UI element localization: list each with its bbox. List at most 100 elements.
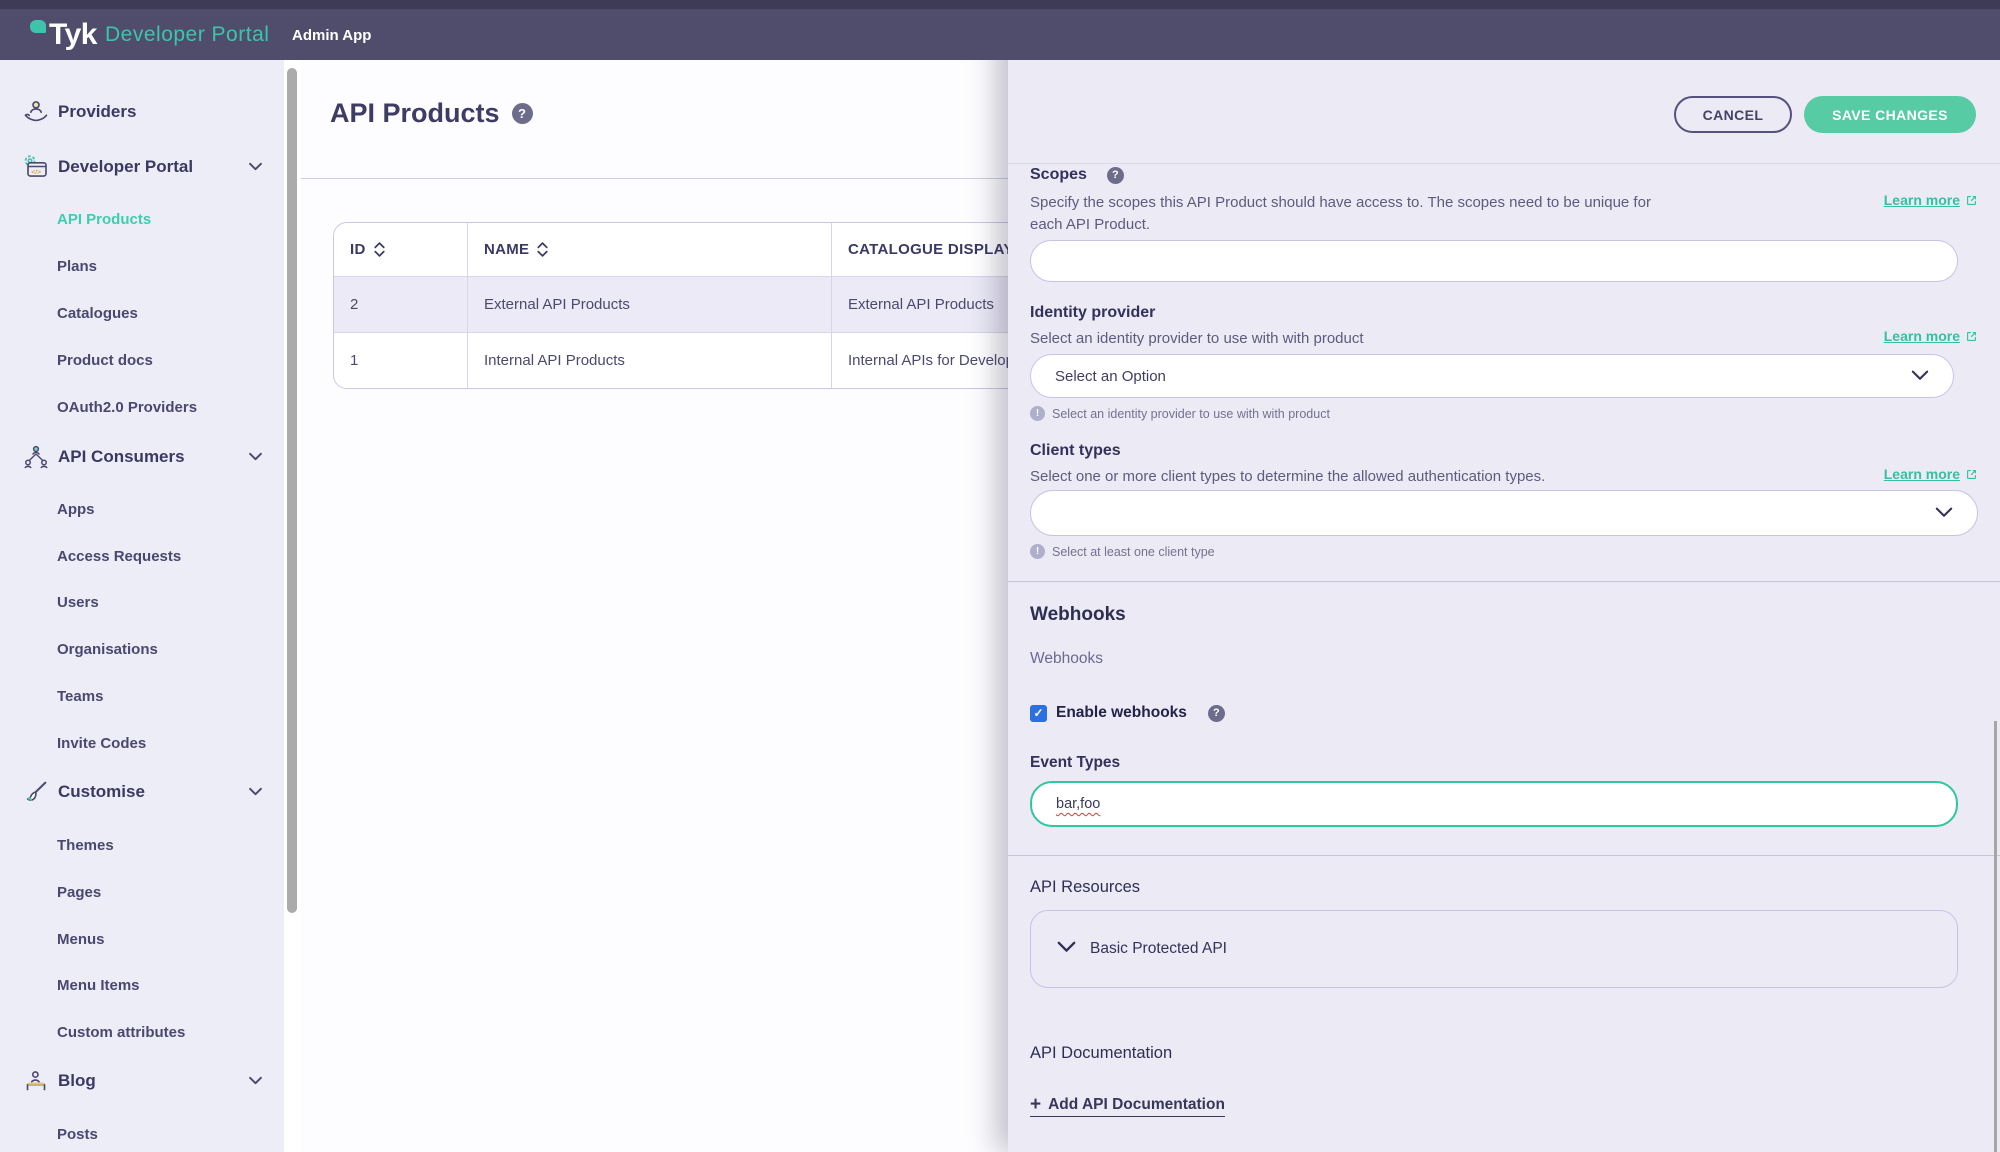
- sidebar-section-label: Customise: [58, 782, 145, 802]
- cell-id[interactable]: 1: [334, 333, 468, 388]
- sort-icon: [537, 241, 548, 258]
- cell-id[interactable]: 2: [334, 277, 468, 332]
- sidebar-item-catalogues[interactable]: Catalogues: [0, 298, 284, 328]
- add-api-documentation-label: Add API Documentation: [1048, 1096, 1225, 1114]
- identity-provider-selected-value: Select an Option: [1055, 368, 1166, 385]
- sidebar-scrollbar-thumb[interactable]: [287, 68, 297, 913]
- sidebar-item-api-products[interactable]: API Products: [0, 204, 284, 234]
- sidebar-section-providers[interactable]: Providers: [0, 97, 284, 127]
- client-types-description: Select one or more client types to deter…: [1030, 466, 1545, 488]
- sidebar-section-label: Blog: [58, 1071, 96, 1091]
- learn-more-label: Learn more: [1884, 192, 1960, 208]
- column-header-label: NAME: [484, 241, 529, 258]
- column-header-name[interactable]: NAME: [468, 223, 832, 276]
- sidebar-item-themes[interactable]: Themes: [0, 830, 284, 860]
- sidebar-item-oauth-providers[interactable]: OAuth2.0 Providers: [0, 392, 284, 422]
- sidebar-item-access-requests[interactable]: Access Requests: [0, 541, 284, 571]
- event-types-label: Event Types: [1030, 754, 1978, 772]
- identity-provider-select[interactable]: Select an Option: [1030, 354, 1954, 398]
- sidebar-item-custom-attributes[interactable]: Custom attributes: [0, 1017, 284, 1047]
- api-resource-name: Basic Protected API: [1090, 940, 1227, 958]
- info-icon: !: [1030, 406, 1045, 421]
- providers-icon: [20, 96, 52, 128]
- sidebar-item-invite-codes[interactable]: Invite Codes: [0, 728, 284, 758]
- sidebar-item-users[interactable]: Users: [0, 587, 284, 617]
- sidebar-item-product-docs[interactable]: Product docs: [0, 345, 284, 375]
- add-api-documentation-link[interactable]: + Add API Documentation: [1030, 1096, 1225, 1117]
- scopes-input[interactable]: [1030, 240, 1958, 282]
- chevron-down-icon: [1057, 940, 1076, 958]
- product-name: Developer Portal: [105, 22, 269, 48]
- scopes-description: Specify the scopes this API Product shou…: [1030, 192, 1670, 236]
- identity-provider-label: Identity provider: [1030, 304, 1155, 322]
- cell-name[interactable]: External API Products: [468, 277, 832, 332]
- sidebar-section-api-consumers[interactable]: API Consumers: [0, 442, 284, 472]
- page-help-icon[interactable]: ?: [512, 103, 533, 124]
- page-title: API Products: [330, 98, 500, 129]
- identity-provider-description: Select an identity provider to use with …: [1030, 328, 1364, 350]
- api-resource-accordion[interactable]: Basic Protected API: [1030, 910, 1958, 988]
- external-link-icon: [1965, 194, 1978, 207]
- divider: [1008, 581, 2000, 582]
- sidebar-item-teams[interactable]: Teams: [0, 681, 284, 711]
- sidebar-item-apps[interactable]: Apps: [0, 494, 284, 524]
- enable-webhooks-checkbox[interactable]: ✓: [1030, 705, 1047, 722]
- chevron-down-icon: [249, 448, 262, 466]
- external-link-icon: [1965, 468, 1978, 481]
- cancel-button[interactable]: CANCEL: [1674, 96, 1792, 133]
- api-documentation-heading: API Documentation: [1030, 1044, 1978, 1063]
- api-resources-heading: API Resources: [1030, 878, 1978, 897]
- sidebar-section-customise[interactable]: Customise: [0, 777, 284, 807]
- cell-name[interactable]: Internal API Products: [468, 333, 832, 388]
- scopes-label: Scopes: [1030, 166, 1087, 184]
- save-changes-button[interactable]: SAVE CHANGES: [1804, 96, 1976, 133]
- webhooks-subheading: Webhooks: [1030, 650, 1978, 668]
- identity-provider-helper: Select an identity provider to use with …: [1052, 407, 1330, 421]
- sidebar: Providers </> Developer Portal API Produ…: [0, 60, 284, 1152]
- topbar: Tyk Developer Portal Admin App: [0, 0, 2000, 60]
- client-types-learn-more-link[interactable]: Learn more: [1884, 466, 1978, 482]
- divider: [1008, 855, 2000, 856]
- blog-icon: [20, 1065, 52, 1097]
- client-types-select[interactable]: [1030, 490, 1978, 536]
- chevron-down-icon: [1935, 505, 1953, 522]
- chevron-down-icon: [1911, 368, 1929, 385]
- webhooks-heading: Webhooks: [1030, 604, 1978, 626]
- external-link-icon: [1965, 330, 1978, 343]
- column-header-id[interactable]: ID: [334, 223, 468, 276]
- sidebar-section-label: API Consumers: [58, 447, 185, 467]
- panel-scrollbar-thumb[interactable]: [1994, 721, 1997, 1152]
- sidebar-section-label: Providers: [58, 102, 136, 122]
- sidebar-item-organisations[interactable]: Organisations: [0, 634, 284, 664]
- scopes-help-icon[interactable]: ?: [1107, 167, 1124, 184]
- api-consumers-icon: [20, 441, 52, 473]
- sort-icon: [374, 241, 385, 258]
- svg-text:</>: </>: [31, 169, 41, 176]
- info-icon: !: [1030, 544, 1045, 559]
- sidebar-section-developer-portal[interactable]: </> Developer Portal: [0, 152, 284, 182]
- sidebar-item-menu-items[interactable]: Menu Items: [0, 970, 284, 1000]
- sidebar-item-pages[interactable]: Pages: [0, 877, 284, 907]
- plus-icon: +: [1030, 1097, 1041, 1113]
- sidebar-item-menus[interactable]: Menus: [0, 924, 284, 954]
- enable-webhooks-help-icon[interactable]: ?: [1208, 705, 1225, 722]
- developer-portal-icon: </>: [20, 151, 52, 183]
- event-types-value: bar,foo: [1056, 796, 1100, 812]
- customise-icon: [20, 776, 52, 808]
- sidebar-item-plans[interactable]: Plans: [0, 251, 284, 281]
- tyk-logo[interactable]: Tyk: [30, 9, 97, 60]
- app-name: Admin App: [292, 27, 371, 44]
- tyk-logo-text: Tyk: [49, 18, 97, 52]
- enable-webhooks-label: Enable webhooks: [1056, 704, 1187, 722]
- scopes-learn-more-link[interactable]: Learn more: [1884, 192, 1978, 208]
- identity-learn-more-link[interactable]: Learn more: [1884, 328, 1978, 344]
- sidebar-item-posts[interactable]: Posts: [0, 1119, 284, 1149]
- chevron-down-icon: [249, 1072, 262, 1090]
- sidebar-section-blog[interactable]: Blog: [0, 1066, 284, 1096]
- learn-more-label: Learn more: [1884, 466, 1960, 482]
- edit-api-products-panel: Edit API Products ✕ CANCEL SAVE CHANGES …: [1008, 0, 2000, 1152]
- event-types-input[interactable]: bar,foo: [1030, 781, 1958, 827]
- chevron-down-icon: [249, 783, 262, 801]
- client-types-helper: Select at least one client type: [1052, 545, 1215, 559]
- sidebar-section-label: Developer Portal: [58, 157, 193, 177]
